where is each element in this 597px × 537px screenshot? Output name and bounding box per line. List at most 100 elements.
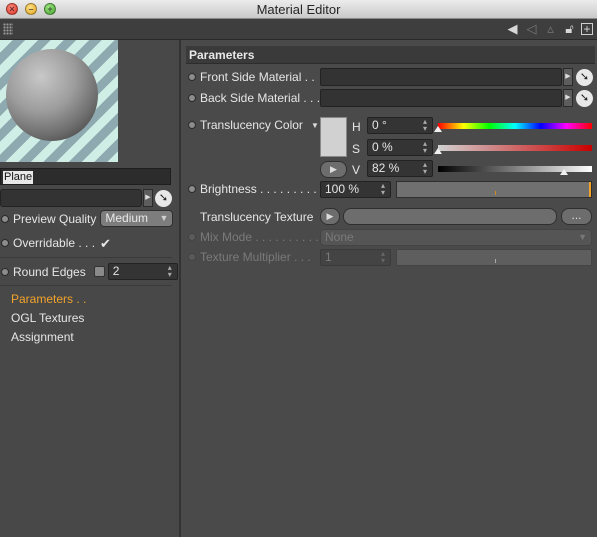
translucency-texture-row: Translucency Texture (200, 210, 313, 224)
tab-parameters[interactable]: Parameters . . (11, 292, 86, 306)
front-side-label: Front Side Material . . (200, 70, 315, 84)
material-preview[interactable] (0, 40, 118, 162)
saturation-slider[interactable] (434, 145, 592, 154)
brightness-row: Brightness . . . . . . . . . . (188, 182, 323, 196)
preview-quality-label: Preview Quality (13, 211, 97, 226)
value-value: 82 % (372, 161, 400, 175)
stepper-arrows-icon: ▴ ▾ (423, 139, 428, 155)
overridable-checkbox[interactable]: ✔ (100, 237, 113, 250)
brightness-label: Brightness . . . . . . . . . . (200, 182, 324, 196)
saturation-field[interactable]: 0 % ▴ ▾ (367, 139, 433, 156)
texture-more-button[interactable]: ... (561, 208, 592, 225)
saturation-value: 0 % (372, 140, 393, 154)
animate-dot-icon[interactable] (1, 214, 9, 223)
animate-dot-icon[interactable] (188, 185, 196, 193)
front-side-pick-icon[interactable]: ➘ (576, 69, 593, 86)
back-side-label: Back Side Material . . . (200, 91, 321, 105)
color-mode-button[interactable]: ▶ (320, 161, 347, 178)
animate-dot-icon (188, 233, 196, 241)
round-edges-value: 2 (112, 264, 120, 278)
back-side-arrow-button[interactable]: ▶ (563, 89, 573, 107)
mix-mode-label: Mix Mode . . . . . . . . . . (200, 230, 319, 244)
section-title: Parameters (189, 48, 255, 62)
round-edges-row: Round Edges 2 ▴ ▾ (1, 263, 178, 280)
chevron-down-icon: ▼ (578, 232, 587, 242)
color-swatch[interactable] (320, 117, 347, 157)
saturation-label: S (352, 142, 361, 156)
saturation-slider-handle[interactable] (434, 148, 442, 154)
value-field[interactable]: 82 % ▴ ▾ (367, 160, 433, 177)
overridable-row: Overridable . . . ✔ (1, 236, 113, 250)
left-panel: Plane ▶ ➘ Preview Quality Medium ▼ Overr… (0, 40, 181, 537)
hue-value: 0 ° (372, 118, 387, 132)
round-edges-checkbox[interactable] (93, 266, 105, 277)
up-arrow-icon[interactable]: ▵ (543, 21, 558, 37)
new-window-icon[interactable]: + (581, 23, 593, 35)
link-pick-icon[interactable]: ➘ (155, 190, 172, 207)
animate-dot-icon (188, 253, 196, 261)
toolbar: ◀ ◁ ▵ 🔓︎ + (0, 19, 597, 40)
animate-dot-icon[interactable] (188, 73, 196, 81)
preview-quality-row: Preview Quality Medium ▼ (1, 210, 174, 227)
animate-dot-icon[interactable] (1, 267, 9, 276)
stepper-arrows-icon: ▴ ▾ (423, 117, 428, 133)
texture-multiplier-slider (396, 249, 592, 266)
animate-dot-icon[interactable] (188, 121, 196, 129)
mix-mode-value: None (325, 230, 354, 244)
back-side-row: Back Side Material . . . (188, 91, 320, 105)
translucency-texture-label: Translucency Texture (200, 210, 314, 224)
brightness-value: 100 % (325, 182, 360, 196)
color-options-triangle-icon[interactable]: ▼ (311, 121, 319, 130)
brightness-field[interactable]: 100 % ▴ ▾ (320, 181, 391, 198)
hue-slider[interactable] (434, 123, 592, 132)
slider-tick (495, 259, 496, 263)
material-name-value: Plane (3, 171, 34, 184)
back-side-pick-icon[interactable]: ➘ (576, 90, 593, 107)
preview-quality-value: Medium (105, 211, 149, 225)
value-label: V (352, 163, 361, 177)
value-slider-handle[interactable] (560, 169, 569, 175)
window-titlebar: × – + Material Editor (0, 0, 597, 19)
hue-field[interactable]: 0 ° ▴ ▾ (367, 117, 433, 134)
front-side-material-field[interactable] (320, 68, 562, 86)
window-title: Material Editor (256, 2, 341, 17)
overridable-label: Overridable . . . (13, 236, 96, 250)
chevron-down-icon: ▼ (159, 213, 169, 223)
back-side-material-field[interactable] (320, 89, 562, 107)
stepper-arrows-icon: ▴ ▾ (381, 249, 386, 265)
front-side-arrow-button[interactable]: ▶ (563, 68, 573, 86)
preview-sphere (6, 49, 98, 141)
back-arrow-icon[interactable]: ◀ (505, 21, 520, 37)
stepper-arrows-icon: ▴ ▾ (167, 263, 172, 279)
round-edges-label: Round Edges (13, 264, 86, 279)
front-side-row: Front Side Material . . (188, 70, 315, 84)
tab-ogl-textures[interactable]: OGL Textures (11, 311, 84, 325)
preview-quality-dropdown[interactable]: Medium ▼ (100, 210, 174, 227)
divider (0, 257, 172, 258)
slider-tick (495, 191, 496, 195)
tab-assignment[interactable]: Assignment (11, 330, 74, 344)
hue-label: H (352, 120, 361, 134)
texture-field[interactable] (343, 208, 557, 225)
texture-menu-button[interactable]: ▶ (320, 208, 340, 225)
brightness-slider[interactable] (396, 181, 592, 198)
texture-multiplier-value: 1 (325, 250, 332, 264)
brightness-slider-fill-edge (589, 182, 591, 197)
animate-dot-icon[interactable] (188, 94, 196, 102)
material-name-field[interactable]: Plane (0, 168, 171, 185)
material-link-field[interactable] (0, 189, 142, 207)
forward-arrow-icon[interactable]: ◁ (524, 21, 539, 37)
drag-grip-icon[interactable] (3, 23, 13, 35)
animate-dot-icon[interactable] (1, 239, 9, 247)
texture-multiplier-field: 1 ▴ ▾ (320, 249, 391, 266)
toolbar-icons: ◀ ◁ ▵ 🔓︎ + (505, 21, 593, 37)
divider (0, 285, 172, 286)
value-slider[interactable] (438, 166, 592, 175)
texture-multiplier-label: Texture Multiplier . . . (200, 250, 311, 264)
lock-icon[interactable]: 🔓︎ (562, 21, 577, 37)
hue-slider-handle[interactable] (434, 126, 442, 132)
translucency-color-row: Translucency Color ▼ (188, 118, 319, 132)
link-arrow-button[interactable]: ▶ (143, 189, 153, 207)
round-edges-stepper[interactable]: 2 ▴ ▾ (107, 263, 178, 280)
texture-multiplier-row: Texture Multiplier . . . (188, 250, 311, 264)
